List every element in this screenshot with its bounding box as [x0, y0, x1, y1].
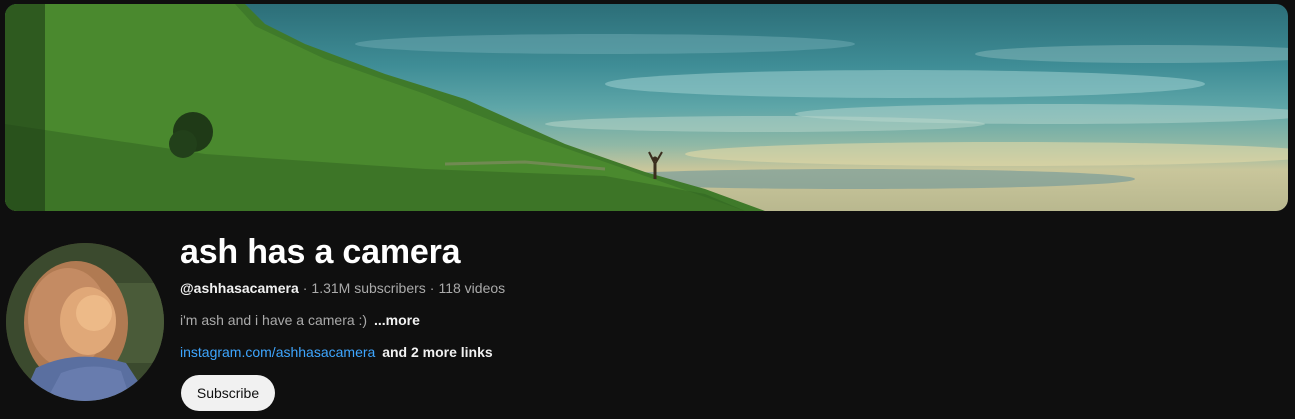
channel-banner: [5, 4, 1288, 211]
meta-separator: ·: [429, 280, 435, 296]
channel-description[interactable]: i'm ash and i have a camera :) ...more: [180, 312, 420, 328]
meta-separator: ·: [302, 280, 308, 296]
channel-links: instagram.com/ashhasacamera and 2 more l…: [180, 344, 493, 360]
channel-header: ash has a camera @ashhasacamera · 1.31M su…: [0, 0, 1295, 419]
subscribe-button[interactable]: Subscribe: [181, 375, 275, 411]
more-links-button[interactable]: and 2 more links: [382, 344, 492, 360]
channel-meta: @ashhasacamera · 1.31M subscribers · 118 vid…: [180, 280, 505, 296]
instagram-link[interactable]: instagram.com/ashhasacamera: [180, 344, 375, 360]
description-text: i'm ash and i have a camera :): [180, 312, 368, 328]
subscriber-count: 1.31M subscribers: [311, 280, 426, 296]
avatar-portrait-image: [6, 243, 164, 401]
video-count: 118 videos: [438, 280, 506, 296]
channel-name: ash has a camera: [180, 233, 461, 271]
banner-landscape-image: [5, 4, 1288, 211]
channel-avatar[interactable]: [6, 243, 164, 401]
channel-handle: @ashhasacamera: [180, 280, 299, 296]
description-more-link[interactable]: ...more: [374, 312, 420, 328]
